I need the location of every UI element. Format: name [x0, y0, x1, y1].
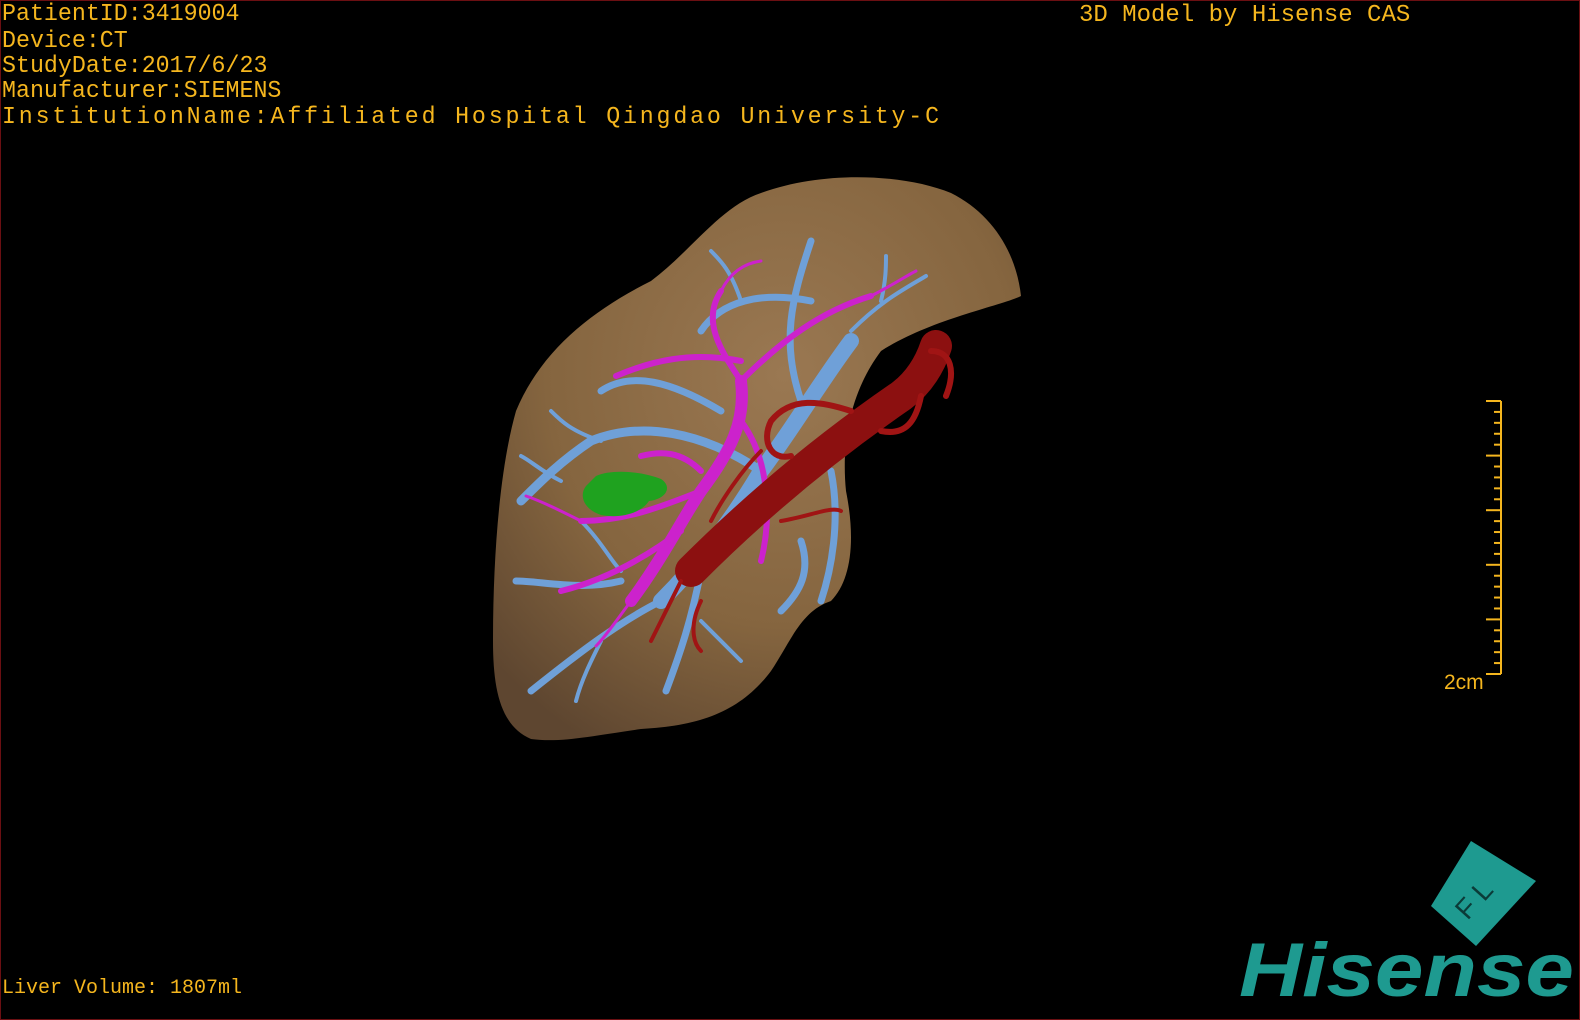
3d-viewer[interactable]: PatientID:3419004 Device:CT StudyDate:20…	[0, 0, 1580, 1020]
svg-text:Hisense: Hisense	[1239, 928, 1574, 1013]
hisense-logo: F L Hisense	[1239, 841, 1574, 1013]
scale-bar	[1486, 400, 1502, 675]
